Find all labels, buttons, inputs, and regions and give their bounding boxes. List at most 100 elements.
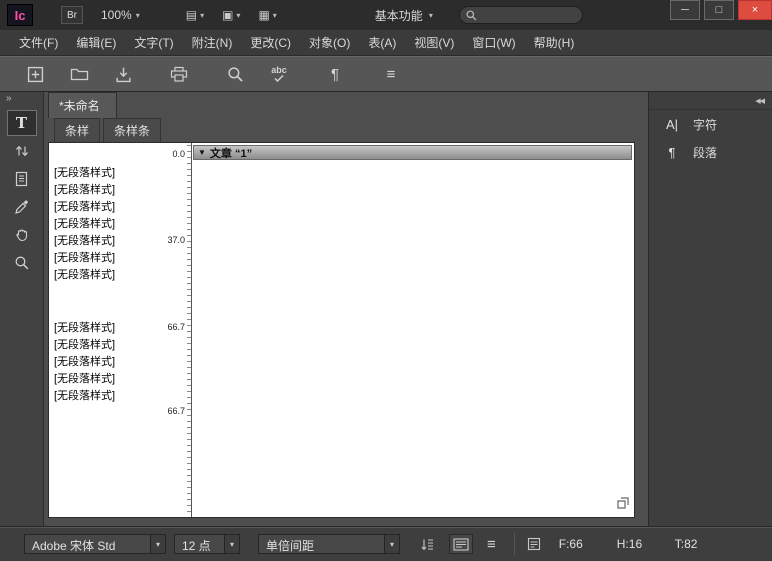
search-input[interactable] — [481, 9, 571, 21]
type-tool[interactable]: T — [7, 110, 37, 136]
incopy-logo: Ic — [7, 4, 33, 26]
menu-item[interactable]: 更改(C) — [241, 30, 300, 55]
open-folder-icon[interactable] — [68, 63, 90, 85]
application-toolbar: abc ¶ ≡ — [0, 56, 772, 92]
panel-button[interactable]: ¶ 段落 — [649, 138, 772, 166]
menu-item[interactable]: 窗口(W) — [463, 30, 524, 55]
paragraph-style-label: [无段落样式] — [54, 320, 161, 337]
menu-item[interactable]: 文字(T) — [125, 30, 182, 55]
chevron-down-icon: ▾ — [150, 535, 165, 553]
new-document-icon[interactable] — [24, 63, 46, 85]
panel-label: 段落 — [693, 144, 717, 161]
paragraph-style-label: [无段落样式] — [54, 388, 161, 405]
copyfit-icon — [527, 537, 541, 551]
note-tool[interactable] — [7, 166, 37, 192]
find-icon[interactable] — [224, 63, 246, 85]
zoom-level-dropdown[interactable]: 100% ▾ — [95, 6, 146, 24]
ruler-value: 37.0 — [167, 235, 185, 245]
zoom-tool[interactable] — [7, 250, 37, 276]
paragraph-style-label: [无段落样式] — [54, 267, 161, 284]
view-frame-icon: ▣ — [222, 8, 233, 22]
collapse-story-icon[interactable]: ▼ — [198, 148, 206, 157]
menu-item[interactable]: 文件(F) — [10, 30, 67, 55]
title-bar: Ic Br 100% ▾ ▤ ▾ ▣ ▾ ▦ ▾ 基本功能 ▾ — [0, 0, 772, 30]
paragraph-style-label: [无段落样式] — [54, 250, 161, 267]
menu-item[interactable]: 附注(N) — [183, 30, 242, 55]
copyfit-stat: F:66 — [559, 537, 617, 551]
bridge-button[interactable]: Br — [61, 6, 83, 24]
menu-bar: 文件(F)编辑(E)文字(T)附注(N)更改(C)对象(O)表(A)视图(V)窗… — [0, 30, 772, 56]
copyfit-stat: H:16 — [617, 537, 675, 551]
view-tab-bar: 条样条样条 — [44, 118, 648, 142]
ruler-value: 66.7 — [167, 322, 185, 332]
view-options-dropdown-3[interactable]: ▦ ▾ — [258, 8, 276, 22]
ruler-value: 0.0 — [172, 149, 185, 159]
font-size-dropdown[interactable]: 12 点 ▾ — [174, 534, 240, 554]
story-header[interactable]: ▼ 文章 “1” — [193, 145, 632, 160]
print-icon[interactable] — [168, 63, 190, 85]
document-tab[interactable]: *未命名 — [48, 92, 117, 118]
view-options-dropdown-2[interactable]: ▣ ▾ — [222, 8, 240, 22]
view-options-dropdown-1[interactable]: ▤ ▾ — [186, 8, 204, 22]
incopy-window: Ic Br 100% ▾ ▤ ▾ ▣ ▾ ▦ ▾ 基本功能 ▾ — [0, 0, 772, 561]
hand-tool[interactable] — [7, 222, 37, 248]
corner-page-icon[interactable] — [616, 496, 630, 513]
line-spacing-value: 单倍间距 — [259, 535, 384, 553]
paragraph-style-label: [无段落样式] — [54, 165, 161, 182]
chevron-down-icon: ▾ — [429, 11, 433, 20]
expand-tools-icon[interactable]: » — [0, 92, 43, 108]
eyedropper-tool[interactable] — [7, 194, 37, 220]
save-icon[interactable] — [112, 63, 134, 85]
menu-item[interactable]: 表(A) — [359, 30, 405, 55]
minimize-button[interactable]: ─ — [670, 0, 700, 20]
menu-item[interactable]: 帮助(H) — [525, 30, 584, 55]
status-bar: Adobe 宋体 Std ▾ 12 点 ▾ 单倍间距 ▾ ≡ F:66H:16T… — [0, 526, 772, 561]
ruler-value: 66.7 — [167, 406, 185, 416]
depth-ruler: 0.0 37.0 66.7 66.7 — [161, 143, 191, 517]
story-text-area[interactable]: ▼ 文章 “1” — [191, 143, 634, 517]
statusbar-menu-icon[interactable]: ≡ — [487, 536, 496, 553]
direction-tool[interactable] — [7, 138, 37, 164]
panel-label: 字符 — [693, 116, 717, 133]
search-icon — [466, 10, 477, 21]
view-tab[interactable]: 条样条 — [103, 118, 161, 142]
copyfit-stat: T:82 — [675, 537, 733, 551]
panel-icon: ¶ — [663, 145, 681, 160]
spellcheck-icon[interactable]: abc — [268, 63, 290, 85]
chevron-down-icon: ▾ — [273, 11, 277, 20]
menu-item[interactable]: 对象(O) — [300, 30, 359, 55]
view-list-icon: ▤ — [186, 8, 197, 22]
panel-button[interactable]: A| 字符 — [649, 110, 772, 138]
paragraph-style-label: [无段落样式] — [54, 233, 161, 250]
font-family-value: Adobe 宋体 Std — [25, 535, 150, 553]
story-title: 文章 “1” — [210, 145, 252, 161]
font-family-dropdown[interactable]: Adobe 宋体 Std ▾ — [24, 534, 166, 554]
galley-info-toggle[interactable] — [449, 534, 473, 554]
panel-icon: A| — [663, 117, 681, 132]
line-spacing-dropdown[interactable]: 单倍间距 ▾ — [258, 534, 400, 554]
chevron-down-icon: ▾ — [236, 11, 240, 20]
copyfit-info: F:66H:16T:82 — [527, 537, 733, 551]
galley-editor[interactable]: [无段落样式][无段落样式][无段落样式][无段落样式][无段落样式][无段落样… — [48, 142, 635, 518]
maximize-button[interactable]: □ — [704, 0, 734, 20]
document-tab-bar: *未命名 — [44, 92, 648, 118]
collapse-panel-icon[interactable]: ◀◀ — [649, 92, 772, 110]
show-hidden-characters-icon[interactable]: ¶ — [324, 63, 346, 85]
toolbar-menu-icon[interactable]: ≡ — [380, 63, 402, 85]
menu-item[interactable]: 编辑(E) — [67, 30, 125, 55]
line-order-icon[interactable] — [420, 537, 435, 552]
divider — [514, 533, 515, 555]
tools-panel: » T — [0, 92, 44, 526]
paragraph-style-label: [无段落样式] — [54, 182, 161, 199]
workspace-label: 基本功能 — [375, 7, 423, 24]
chevron-down-icon: ▾ — [224, 535, 239, 553]
paragraph-style-label: [无段落样式] — [54, 216, 161, 233]
workspace-switcher[interactable]: 基本功能 ▾ — [367, 4, 441, 27]
close-button[interactable]: × — [738, 0, 772, 20]
paragraph-style-label: [无段落样式] — [54, 371, 161, 388]
search-box[interactable] — [459, 6, 583, 24]
font-size-value: 12 点 — [175, 535, 224, 553]
view-grid-icon: ▦ — [258, 8, 269, 22]
view-tab[interactable]: 条样 — [54, 118, 100, 142]
menu-item[interactable]: 视图(V) — [405, 30, 463, 55]
